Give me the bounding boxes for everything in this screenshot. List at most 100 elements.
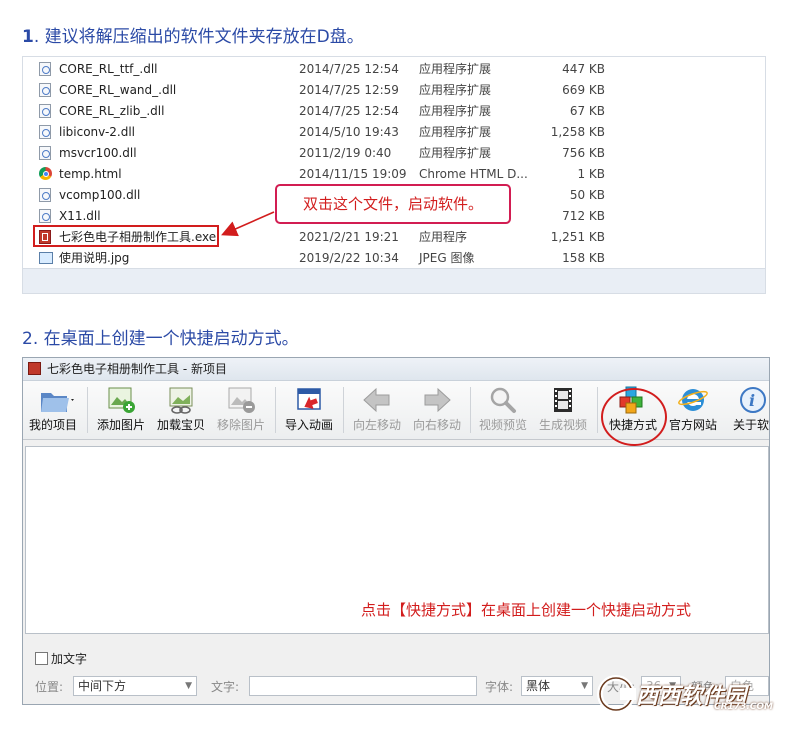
dll-file-icon	[39, 125, 51, 139]
file-date: 2014/5/10 19:43	[299, 125, 399, 139]
step1-text: . 建议将解压缩出的软件文件夹存放在D盘。	[33, 27, 364, 47]
toolbar-add-image-button[interactable]: 添加图片	[93, 385, 149, 437]
file-name: CORE_RL_ttf_.dll	[59, 62, 158, 76]
info-icon: i	[735, 385, 767, 415]
file-name: CORE_RL_wand_.dll	[59, 83, 177, 97]
file-row[interactable]: temp.html 2014/11/15 19:09 Chrome HTML D..…	[39, 164, 639, 184]
file-size: 712 KB	[562, 209, 605, 223]
file-size: 756 KB	[562, 146, 605, 160]
toolbar-generate-video-button[interactable]: 生成视频	[535, 385, 591, 437]
chevron-down-icon: ▼	[185, 681, 192, 691]
add-text-checkbox-row[interactable]: 加文字	[35, 650, 87, 667]
dll-file-icon	[39, 188, 51, 202]
ie-browser-icon	[677, 385, 709, 415]
step1-number: 1	[22, 27, 34, 47]
file-size: 669 KB	[562, 83, 605, 97]
file-size: 50 KB	[569, 188, 605, 202]
file-name: msvcr100.dll	[59, 146, 137, 160]
app-titlebar: 七彩色电子相册制作工具 - 新项目	[23, 358, 769, 381]
arrow-left-icon	[361, 385, 393, 415]
dll-file-icon	[39, 104, 51, 118]
add-text-checkbox[interactable]	[35, 652, 48, 665]
file-type: 应用程序	[419, 230, 468, 244]
image-canvas-area[interactable]: 点击【快捷方式】在桌面上创建一个快捷启动方式	[25, 446, 769, 634]
file-name: vcomp100.dll	[59, 188, 141, 202]
file-date: 2014/7/25 12:59	[299, 83, 399, 97]
toolbar-remove-image-button[interactable]: 移除图片	[213, 385, 269, 437]
add-text-label: 加文字	[51, 652, 88, 666]
svg-text:i: i	[749, 391, 755, 410]
file-date: 2014/7/25 12:54	[299, 62, 399, 76]
callout-double-click: 双击这个文件，启动软件。	[275, 184, 511, 224]
file-date: 2014/11/15 19:09	[299, 167, 407, 181]
toolbar-official-site-button[interactable]: 官方网站	[665, 385, 721, 437]
file-size: 158 KB	[562, 251, 605, 265]
dll-file-icon	[39, 146, 51, 160]
folder-icon	[37, 385, 74, 415]
chevron-down-icon: ▼	[581, 681, 588, 691]
file-row[interactable]: CORE_RL_zlib_.dll 2014/7/25 12:54 应用程序扩展 67…	[39, 101, 639, 121]
text-input[interactable]	[249, 676, 477, 696]
step2-title: 2. 在桌面上创建一个快捷启动方式。	[22, 329, 299, 349]
watermark-url: CR173.COM	[714, 702, 773, 712]
shortcut-hint-text: 点击【快捷方式】在桌面上创建一个快捷启动方式	[361, 601, 692, 619]
file-name: X11.dll	[59, 209, 101, 223]
magnifier-icon	[487, 385, 519, 415]
file-size: 67 KB	[569, 104, 605, 118]
toolbar-about-button[interactable]: i 关于软	[725, 385, 769, 437]
watermark-logo-icon	[597, 675, 636, 713]
dll-file-icon	[39, 62, 51, 76]
app-logo-icon	[28, 362, 41, 375]
import-animation-icon	[293, 385, 325, 415]
remove-image-icon	[225, 385, 257, 415]
app-window: 七彩色电子相册制作工具 - 新项目 我的项目 添加图片 加载宝贝 移除图片 导入…	[22, 357, 770, 705]
toolbar-move-right-button[interactable]: 向右移动	[409, 385, 465, 437]
step1-title: 1. 建议将解压缩出的软件文件夹存放在D盘。	[22, 22, 364, 47]
file-date: 2011/2/19 0:40	[299, 146, 392, 160]
file-name: CORE_RL_zlib_.dll	[59, 104, 165, 118]
file-type: 应用程序扩展	[419, 104, 492, 118]
file-date: 2019/2/22 10:34	[299, 251, 399, 265]
shortcut-highlight-circle	[601, 388, 667, 446]
toolbar-video-preview-button[interactable]: 视频预览	[475, 385, 531, 437]
site-watermark: 西西软件园 CR173.COM	[596, 672, 786, 718]
file-size: 1 KB	[577, 167, 605, 181]
file-type: 应用程序扩展	[419, 83, 492, 97]
font-select[interactable]: 黑体 ▼	[521, 676, 593, 696]
load-item-icon	[165, 385, 197, 415]
toolbar-my-project-button[interactable]: 我的项目	[25, 385, 81, 437]
arrow-right-icon	[421, 385, 453, 415]
file-size: 447 KB	[562, 62, 605, 76]
dll-file-icon	[39, 83, 51, 97]
position-label: 位置:	[35, 680, 64, 694]
file-row[interactable]: libiconv-2.dll 2014/5/10 19:43 应用程序扩展 1,258…	[39, 122, 639, 142]
file-date: 2014/7/25 12:54	[299, 104, 399, 118]
exe-highlight-box	[33, 225, 219, 247]
file-size: 1,258 KB	[550, 125, 605, 139]
file-explorer-list: CORE_RL_ttf_.dll 2014/7/25 12:54 应用程序扩展 447…	[22, 56, 766, 294]
file-row[interactable]: msvcr100.dll 2011/2/19 0:40 应用程序扩展 756 KB	[39, 143, 639, 163]
file-name: 使用说明.jpg	[59, 251, 130, 265]
film-icon	[547, 385, 579, 415]
file-type: Chrome HTML D...	[419, 167, 528, 181]
file-type: JPEG 图像	[419, 251, 475, 265]
file-row[interactable]: 使用说明.jpg 2019/2/22 10:34 JPEG 图像 158 KB	[39, 248, 639, 268]
file-row[interactable]: CORE_RL_wand_.dll 2014/7/25 12:59 应用程序扩展 66…	[39, 80, 639, 100]
toolbar-import-animation-button[interactable]: 导入动画	[281, 385, 337, 437]
file-name: temp.html	[59, 167, 122, 181]
dll-file-icon	[39, 209, 51, 223]
add-image-icon	[105, 385, 137, 415]
file-type: 应用程序扩展	[419, 146, 492, 160]
text-label: 文字:	[211, 680, 240, 694]
jpg-image-icon	[39, 252, 53, 264]
toolbar-load-item-button[interactable]: 加载宝贝	[153, 385, 209, 437]
file-name: libiconv-2.dll	[59, 125, 136, 139]
file-date: 2021/2/21 19:21	[299, 230, 399, 244]
position-select[interactable]: 中间下方 ▼	[73, 676, 197, 696]
file-size: 1,251 KB	[550, 230, 605, 244]
file-type: 应用程序扩展	[419, 62, 492, 76]
file-row[interactable]: CORE_RL_ttf_.dll 2014/7/25 12:54 应用程序扩展 447…	[39, 59, 639, 79]
app-window-title: 七彩色电子相册制作工具 - 新项目	[47, 362, 227, 376]
toolbar-move-left-button[interactable]: 向左移动	[349, 385, 405, 437]
explorer-status-strip	[23, 268, 765, 293]
